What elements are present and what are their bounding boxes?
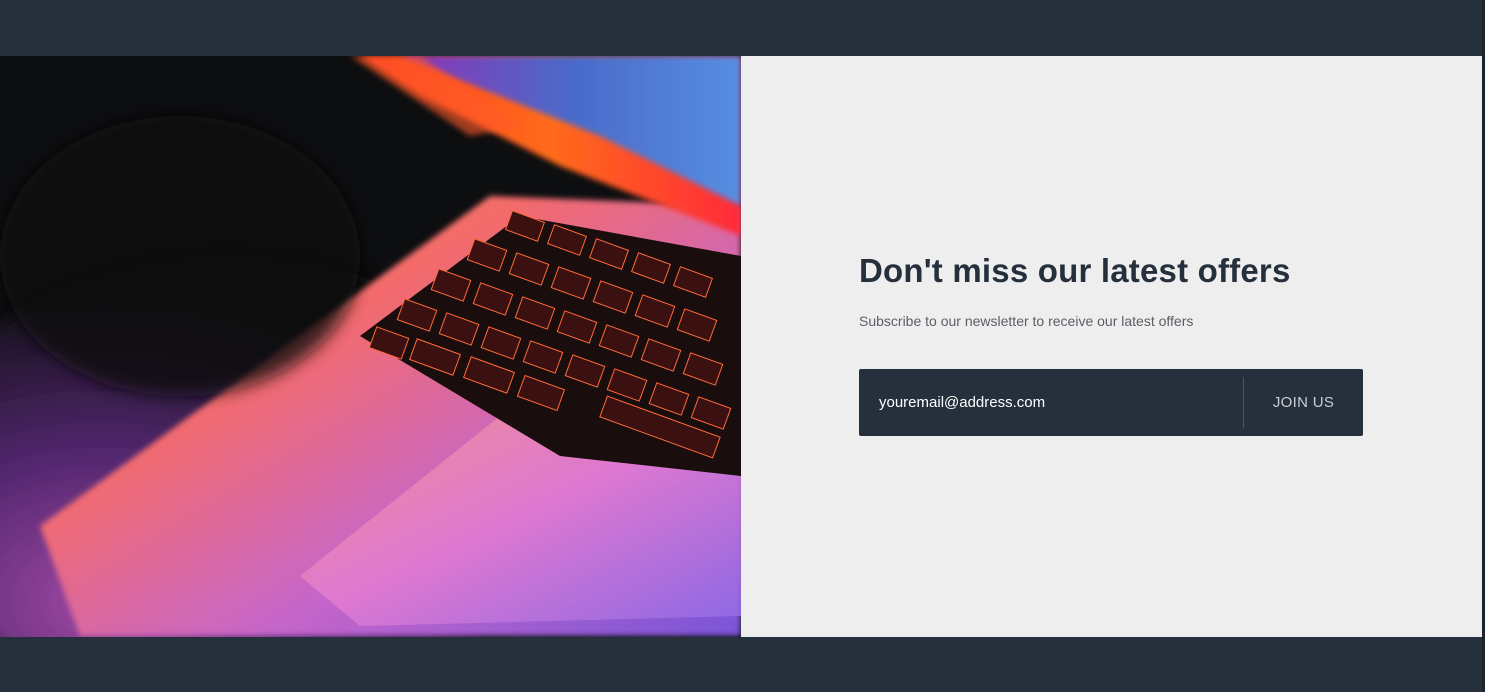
newsletter-subtext: Subscribe to our newsletter to receive o… [859,313,1194,329]
join-us-button[interactable]: JOIN US [1244,369,1363,436]
page: Don't miss our latest offers Subscribe t… [0,0,1485,692]
laptop-illustration [0,56,741,637]
top-bar [0,0,1482,56]
hero-laptop-image [0,56,741,637]
bottom-bar [0,637,1482,692]
newsletter-panel: Don't miss our latest offers Subscribe t… [741,56,1482,637]
newsletter-section: Don't miss our latest offers Subscribe t… [0,56,1482,637]
subscribe-form: JOIN US [859,369,1363,436]
newsletter-headline: Don't miss our latest offers [859,252,1291,289]
email-input[interactable] [859,369,1243,436]
